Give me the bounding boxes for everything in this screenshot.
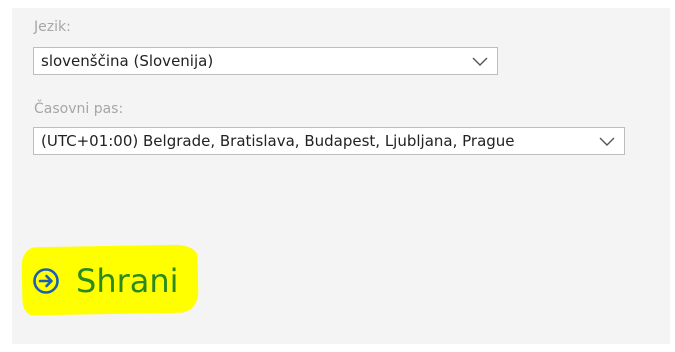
language-select-value: slovenščina (Slovenija) xyxy=(41,52,214,70)
save-button-label: Shrani xyxy=(76,262,179,300)
timezone-select-value: (UTC+01:00) Belgrade, Bratislava, Budape… xyxy=(41,132,515,150)
language-select[interactable]: slovenščina (Slovenija) xyxy=(33,47,498,75)
timezone-select[interactable]: (UTC+01:00) Belgrade, Bratislava, Budape… xyxy=(33,127,625,155)
save-button[interactable]: Shrani xyxy=(32,258,179,304)
chevron-down-icon[interactable] xyxy=(471,54,489,68)
language-label: Jezik: xyxy=(34,19,71,35)
timezone-label: Časovni pas: xyxy=(34,101,124,117)
arrow-circle-right-icon xyxy=(33,268,59,294)
chevron-down-icon[interactable] xyxy=(598,134,616,148)
